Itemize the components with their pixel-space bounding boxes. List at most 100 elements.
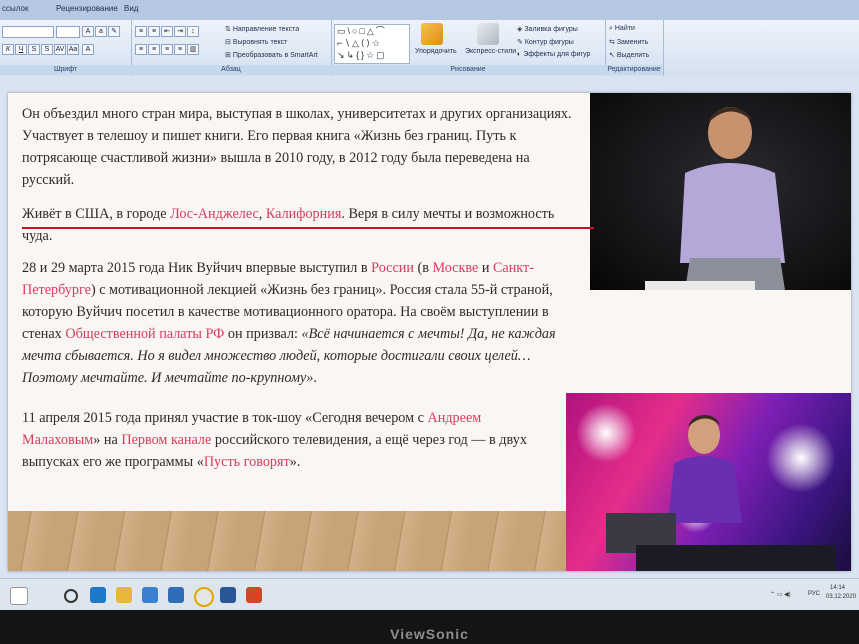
speaker-photo-dark — [590, 93, 851, 290]
text-span: (в — [413, 260, 433, 276]
store-icon[interactable] — [142, 587, 158, 603]
taskbar: ⌃ ▭ ◀) РУС 14:14 03.12.2020 — [0, 578, 859, 610]
speaker-figure-bottom — [606, 415, 836, 571]
link-los-angeles[interactable]: Лос-Анджелес — [170, 206, 259, 222]
editing-group: ⌕ Найти ⇆ Заменить ↖ Выделить Редактиров… — [605, 20, 664, 76]
text-span: ». — [289, 454, 301, 470]
slide[interactable]: Он объездил много стран мира, выступая в… — [8, 93, 851, 571]
find-button[interactable]: ⌕ Найти — [609, 25, 635, 33]
file-explorer-icon[interactable] — [116, 587, 132, 603]
align-text-button[interactable]: ⊟ Выровнять текст — [225, 38, 287, 46]
shape-effects-button[interactable]: ◐ Эффекты для фигур — [517, 51, 590, 58]
tab-review[interactable]: Рецензирование — [56, 4, 118, 13]
text-span: Живёт в США, в городе — [22, 206, 171, 222]
quick-styles-icon — [477, 23, 499, 45]
smartart-icon: ⊞ — [225, 52, 233, 59]
pen-icon: ✎ — [517, 39, 525, 46]
shrink-font-button[interactable]: a — [95, 26, 107, 37]
paragraph-books: Он объездил много стран мира, выступая в… — [22, 103, 582, 191]
paragraph-books-text: Он объездил много стран мира, выступая в… — [22, 106, 572, 188]
editing-group-label: Редактирование — [605, 65, 663, 75]
align-left-button[interactable]: ≡ — [135, 44, 147, 55]
search-icon[interactable] — [64, 589, 78, 603]
align-center-button[interactable]: ≡ — [148, 44, 160, 55]
smartart-button[interactable]: ⊞ Преобразовать в SmartArt — [225, 51, 318, 59]
link-public-chamber[interactable]: Общественной палаты РФ — [65, 326, 224, 342]
paragraph-tv-show: 11 апреля 2015 года принял участие в ток… — [22, 407, 557, 473]
text-span: он призвал: — [224, 326, 302, 342]
text-span: . — [313, 370, 317, 386]
columns-button[interactable]: ▥ — [187, 44, 199, 55]
link-first-channel[interactable]: Первом канале — [121, 432, 211, 448]
shape-outline-button[interactable]: ✎ Контур фигуры — [517, 38, 574, 46]
text-direction-icon: ⇅ — [225, 26, 233, 33]
text-span: » на — [93, 432, 122, 448]
font-group-label: Шрифт — [0, 65, 131, 75]
clock-date[interactable]: 03.12.2020 — [826, 594, 856, 600]
cursor-icon: ↖ — [609, 52, 617, 59]
clear-format-button[interactable]: ✎ — [108, 26, 120, 37]
quick-styles-button[interactable]: Экспресс-стили — [465, 48, 516, 55]
increase-indent-button[interactable]: ⇥ — [174, 26, 186, 37]
decrease-indent-button[interactable]: ⇤ — [161, 26, 173, 37]
text-direction-button[interactable]: ⇅ Направление текста — [225, 25, 299, 33]
font-size-box[interactable] — [56, 26, 80, 38]
screen: ссылок Рецензирование Вид A a ✎ К Ч S S … — [0, 0, 859, 610]
monitor-brand-logo: ViewSonic — [390, 626, 469, 642]
start-icon[interactable] — [10, 587, 28, 605]
word-icon[interactable] — [220, 587, 236, 603]
text-span: и — [478, 260, 493, 276]
strikethrough-button[interactable]: S — [28, 44, 40, 55]
bullets-button[interactable]: ≡ — [135, 26, 147, 37]
monitor-bezel: ViewSonic — [0, 610, 859, 644]
text-span: , — [258, 206, 266, 222]
paragraph-russia-visit: 28 и 29 марта 2015 года Ник Вуйчич вперв… — [22, 257, 582, 389]
justify-button[interactable]: ≡ — [174, 44, 186, 55]
paragraph-group: ≡ ≡ ⇤ ⇥ ↕ ≡ ≡ ≡ ≡ ▥ ⇅ Направление текста… — [131, 20, 332, 76]
ribbon: A a ✎ К Ч S S AV Aa A Шрифт ≡ ≡ ⇤ ⇥ ↕ ≡ … — [0, 20, 859, 77]
grow-font-button[interactable]: A — [82, 26, 94, 37]
wood-floor-graphic — [8, 511, 568, 571]
clock-time[interactable]: 14:14 — [830, 585, 845, 591]
italic-button[interactable]: К — [2, 44, 14, 55]
link-moscow[interactable]: Москве — [432, 260, 478, 276]
drawing-group-label: Рисование — [331, 65, 605, 75]
underline-button[interactable]: Ч — [15, 44, 27, 55]
text-span: 11 апреля 2015 года принял участие в ток… — [22, 410, 428, 426]
arrange-button[interactable]: Упорядочить — [415, 48, 457, 55]
speaker-photo-stage — [566, 393, 851, 571]
line-spacing-button[interactable]: ↕ — [187, 26, 199, 37]
font-color-button[interactable]: A — [82, 44, 94, 55]
paragraph-group-label: Абзац — [131, 65, 331, 75]
powerpoint-icon[interactable] — [246, 587, 262, 603]
replace-icon: ⇆ — [609, 39, 617, 46]
drawing-group: ▭\○□△⌒ ⌐∖△⟨⟩☆ ↘↳{}☆▢ Упорядочить Экспресс-… — [331, 20, 606, 76]
arrange-icon — [421, 23, 443, 45]
select-button[interactable]: ↖ Выделить — [609, 51, 649, 59]
spell-check-underline — [22, 227, 594, 229]
yandex-browser-icon[interactable] — [194, 587, 214, 607]
numbering-button[interactable]: ≡ — [148, 26, 160, 37]
paragraph-residence: Живёт в США, в городе Лос-Анджелес, Кали… — [22, 203, 582, 247]
link-russia[interactable]: России — [371, 260, 414, 276]
slide-edit-area: Он объездил много стран мира, выступая в… — [0, 76, 859, 586]
ribbon-tab-bar: ссылок Рецензирование Вид — [0, 0, 859, 21]
replace-button[interactable]: ⇆ Заменить — [609, 38, 648, 46]
align-text-icon: ⊟ — [225, 39, 233, 46]
edge-icon[interactable] — [90, 587, 106, 603]
shapes-gallery[interactable]: ▭\○□△⌒ ⌐∖△⟨⟩☆ ↘↳{}☆▢ — [334, 24, 410, 64]
tab-references[interactable]: ссылок — [2, 4, 28, 13]
align-right-button[interactable]: ≡ — [161, 44, 173, 55]
tab-view[interactable]: Вид — [124, 4, 138, 13]
shadow-button[interactable]: S — [41, 44, 53, 55]
language-indicator[interactable]: РУС — [808, 591, 820, 597]
font-name-box[interactable] — [2, 26, 54, 38]
font-group: A a ✎ К Ч S S AV Aa A Шрифт — [0, 20, 132, 76]
change-case-button[interactable]: Aa — [67, 44, 79, 55]
link-let-them-talk[interactable]: Пусть говорят — [204, 454, 290, 470]
link-california[interactable]: Калифорния — [266, 206, 341, 222]
tray-icons[interactable]: ⌃ ▭ ◀) — [770, 591, 791, 598]
shape-fill-button[interactable]: ◈ Заливка фигуры — [517, 25, 578, 33]
mail-icon[interactable] — [168, 587, 184, 603]
char-spacing-button[interactable]: AV — [54, 44, 66, 55]
